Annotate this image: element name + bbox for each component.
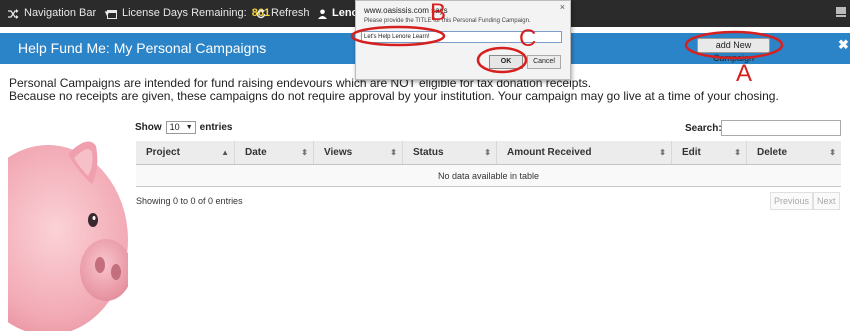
previous-page-button[interactable]: Previous <box>770 192 814 210</box>
sort-icon: ⬍ <box>390 148 397 157</box>
show-label: Show <box>135 122 162 133</box>
sort-icon: ⬍ <box>734 148 741 157</box>
refresh-button[interactable]: Refresh <box>256 0 310 27</box>
piggy-bank-image <box>0 120 132 331</box>
column-label: Amount Received <box>507 147 592 158</box>
search-input[interactable] <box>721 120 841 136</box>
page-root: Navigation Bar ▼ License Days Remaining:… <box>0 0 850 331</box>
settings-icon[interactable] <box>836 7 846 19</box>
column-label: Project <box>146 147 180 158</box>
shuffle-icon <box>8 8 19 19</box>
page-size-value: 10 <box>169 122 180 132</box>
ok-button[interactable]: OK <box>489 55 523 69</box>
entries-label: entries <box>199 122 233 133</box>
column-header-date[interactable]: Date ⬍ <box>235 141 314 164</box>
sort-asc-icon: ▲ <box>221 148 229 157</box>
close-icon[interactable]: ✖ <box>838 37 849 53</box>
pagination: Previous Next <box>770 192 840 210</box>
empty-table-message: No data available in table <box>136 165 841 187</box>
refresh-label: Refresh <box>271 7 310 19</box>
column-header-amount[interactable]: Amount Received ⬍ <box>497 141 672 164</box>
add-new-campaign-button[interactable]: add New Campaign <box>697 38 770 63</box>
table-info: Showing 0 to 0 of 0 entries <box>136 196 243 206</box>
column-label: Date <box>245 147 267 158</box>
annotation-letter-c: C <box>519 25 537 52</box>
intro-text: Personal Campaigns are intended for fund… <box>9 77 779 103</box>
dialog-close-icon[interactable]: × <box>560 2 565 12</box>
cancel-button[interactable]: Cancel <box>527 55 561 69</box>
column-header-project[interactable]: Project ▲ <box>136 141 235 164</box>
column-header-edit[interactable]: Edit ⬍ <box>672 141 747 164</box>
annotation-letter-a: A <box>736 60 753 87</box>
sort-icon: ⬍ <box>829 148 836 157</box>
search-label: Search: <box>685 123 722 134</box>
refresh-icon <box>256 8 266 19</box>
table-header-row: Project ▲ Date ⬍ Views ⬍ Status ⬍ Amount… <box>136 141 841 165</box>
page-title: Help Fund Me: My Personal Campaigns <box>18 40 267 56</box>
dialog-prompt: Please provide the TITLE for this Person… <box>364 18 531 24</box>
column-label: Views <box>324 147 353 158</box>
page-size-control: Show 10 ▼ entries <box>135 121 232 134</box>
sort-icon: ⬍ <box>301 148 308 157</box>
campaigns-table: Project ▲ Date ⬍ Views ⬍ Status ⬍ Amount… <box>136 141 841 187</box>
column-label: Edit <box>682 147 701 158</box>
annotation-letter-b: B <box>430 0 447 26</box>
intro-line-2: Because no receipts are given, these cam… <box>9 89 779 103</box>
column-label: Status <box>413 147 444 158</box>
sort-icon: ⬍ <box>484 148 491 157</box>
nav-menu-label: Navigation Bar <box>24 7 97 19</box>
chevron-down-icon: ▼ <box>185 124 193 131</box>
column-header-views[interactable]: Views ⬍ <box>314 141 403 164</box>
column-label: Delete <box>757 147 788 158</box>
prompt-dialog: www.oasissis.com says × Please provide t… <box>355 0 571 80</box>
column-header-status[interactable]: Status ⬍ <box>403 141 497 164</box>
next-page-button[interactable]: Next <box>813 192 840 210</box>
page-size-select[interactable]: 10 ▼ <box>165 121 196 134</box>
license-days-label: License Days Remaining: <box>122 7 247 19</box>
user-icon <box>318 9 327 19</box>
sort-icon: ⬍ <box>659 148 666 157</box>
column-header-delete[interactable]: Delete ⬍ <box>747 141 841 164</box>
calendar-icon <box>107 9 117 19</box>
nav-menu-toggle[interactable]: Navigation Bar ▼ <box>8 0 111 27</box>
license-days-item: License Days Remaining: 861 <box>107 0 270 27</box>
